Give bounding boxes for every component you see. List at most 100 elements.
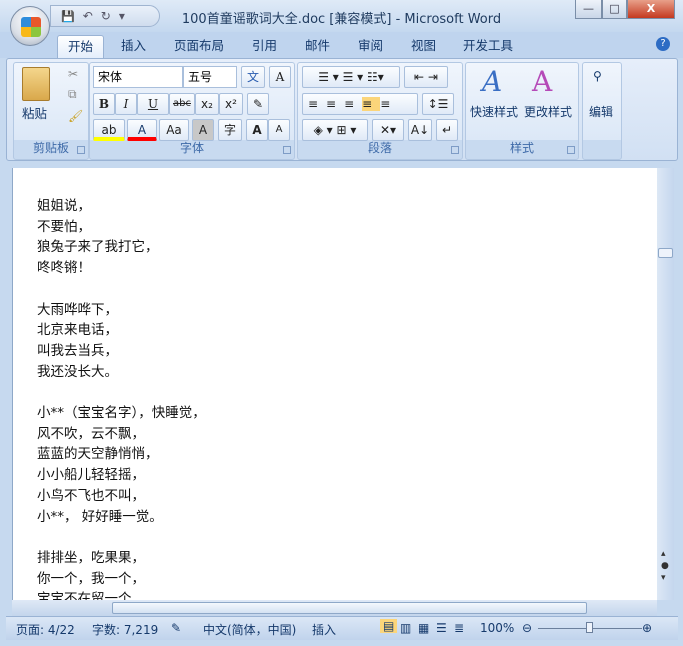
font-group-label: 字体: [179, 141, 204, 155]
quick-styles-icon[interactable]: A: [482, 65, 502, 98]
zoom-level[interactable]: 100%: [480, 621, 514, 635]
close-button[interactable]: X: [627, 0, 675, 19]
document-line: 蓝蓝的天空静悄悄，: [37, 446, 159, 463]
document-line: 排排坐，吃果果，: [37, 549, 145, 566]
language-status[interactable]: 中文(简体，中国): [203, 621, 296, 638]
customize-qat-icon[interactable]: ▾: [119, 9, 125, 23]
superscript-button[interactable]: x²: [219, 93, 243, 115]
outline-view-icon[interactable]: ☰: [436, 621, 447, 635]
horizontal-scrollbar[interactable]: [12, 600, 657, 616]
styles-group: A A 快速样式 更改样式 样式: [465, 62, 579, 160]
tab-view[interactable]: 视图: [411, 35, 436, 58]
shading-border-buttons[interactable]: ◈ ▾ ⊞ ▾: [302, 119, 368, 141]
quick-styles-button[interactable]: 快速样式: [470, 103, 518, 120]
save-icon[interactable]: 💾: [61, 10, 75, 23]
clear-formatting-icon[interactable]: ✎: [247, 93, 269, 115]
browse-object-buttons[interactable]: ▴ ● ▾: [661, 548, 669, 584]
hscroll-thumb[interactable]: [112, 602, 587, 614]
tab-page-layout[interactable]: 页面布局: [174, 35, 224, 58]
ribbon: 粘贴 ✂ ⧉ 🖌 剪贴板 宋体 五号 文 A B I U abc x₂ x² ✎…: [6, 58, 678, 161]
draft-view-icon[interactable]: ≣: [454, 621, 464, 635]
change-styles-button[interactable]: 更改样式: [524, 103, 572, 120]
tab-mailings[interactable]: 邮件: [305, 35, 330, 58]
paragraph-group-label: 段落: [367, 141, 392, 155]
format-painter-icon[interactable]: 🖌: [68, 109, 83, 123]
redo-icon[interactable]: ↻: [101, 9, 111, 23]
subscript-button[interactable]: x₂: [195, 93, 219, 115]
page-count[interactable]: 页面: 4/22: [16, 621, 75, 638]
character-border-button[interactable]: A: [269, 66, 291, 88]
paste-icon[interactable]: [22, 67, 50, 101]
document-line: 小**， 好好睡一觉。: [37, 508, 163, 525]
help-icon[interactable]: ?: [656, 37, 670, 51]
change-case-button[interactable]: Aa: [159, 119, 189, 141]
insert-mode-status[interactable]: 插入: [312, 621, 336, 638]
character-shading-button[interactable]: A: [192, 119, 214, 141]
zoom-out-icon[interactable]: ⊖: [522, 621, 532, 635]
reading-view-icon[interactable]: ▥: [400, 621, 411, 635]
editing-group[interactable]: ⚲ 编辑: [582, 62, 622, 160]
office-button[interactable]: [10, 6, 50, 46]
change-styles-icon[interactable]: A: [532, 65, 552, 98]
font-name-select[interactable]: 宋体: [93, 66, 183, 88]
document-line: 我还没长大。: [37, 363, 118, 380]
font-size-select[interactable]: 五号: [183, 66, 237, 88]
tab-review[interactable]: 审阅: [358, 35, 383, 58]
word-count[interactable]: 字数: 7,219: [92, 621, 158, 638]
chinese-layout-button[interactable]: ✕▾: [372, 119, 404, 141]
paragraph-group: ☰ ▾ ☰ ▾ ☷▾ ⇤ ⇥ ≡≡≡≡≡ ↕☰ ◈ ▾ ⊞ ▾ ✕▾ A↓ ↵ …: [297, 62, 463, 160]
undo-icon[interactable]: ↶: [83, 9, 93, 23]
clipboard-group: 粘贴 ✂ ⧉ 🖌 剪贴板: [13, 62, 89, 160]
document-line: 北京来电话，: [37, 322, 118, 339]
vertical-scrollbar[interactable]: ▴ ● ▾: [657, 168, 674, 600]
zoom-slider-thumb[interactable]: [586, 622, 593, 633]
list-buttons[interactable]: ☰ ▾ ☰ ▾ ☷▾: [302, 66, 400, 88]
tab-insert[interactable]: 插入: [121, 35, 146, 58]
document-line: 叫我去当兵，: [37, 342, 118, 359]
restore-button[interactable]: □: [602, 0, 627, 19]
proofing-icon[interactable]: ✎: [171, 621, 181, 635]
document-page[interactable]: 姐姐说， 不要怕， 狼兔子来了我打它， 咚咚锵！ 大雨哗哗下， 北京来电话， 叫我去当兵， 我…: [12, 168, 657, 607]
tab-developer[interactable]: 开发工具: [463, 35, 513, 58]
document-line: 大雨哗哗下，: [37, 301, 118, 318]
minimize-button[interactable]: —: [575, 0, 602, 19]
editing-label: 编辑: [589, 105, 614, 119]
underline-button[interactable]: U: [137, 93, 169, 115]
alignment-buttons[interactable]: ≡≡≡≡≡: [302, 93, 418, 115]
show-marks-button[interactable]: ↵: [436, 119, 458, 141]
highlight-button[interactable]: ab: [93, 119, 125, 141]
sort-button[interactable]: A↓: [408, 119, 432, 141]
tab-references[interactable]: 引用: [252, 35, 277, 58]
justify-button[interactable]: ≡: [362, 97, 381, 111]
document-line: 小鸟不飞也不叫，: [37, 487, 145, 504]
line-spacing-button[interactable]: ↕☰: [422, 93, 454, 115]
document-line: 狼兔子来了我打它，: [37, 239, 159, 256]
phonetic-guide-button[interactable]: 文: [241, 66, 265, 88]
print-layout-view-icon[interactable]: ▤: [380, 619, 398, 633]
launcher-icon[interactable]: [451, 146, 459, 154]
bold-button[interactable]: B: [93, 93, 115, 115]
paste-button[interactable]: 粘贴: [22, 103, 47, 122]
tab-home[interactable]: 开始: [57, 35, 105, 58]
document-line: 小小船儿轻轻摇，: [37, 467, 145, 484]
strikethrough-button[interactable]: abc: [169, 93, 195, 115]
binoculars-icon: ⚲: [593, 69, 602, 83]
copy-icon[interactable]: ⧉: [68, 87, 77, 102]
status-bar: 页面: 4/22 字数: 7,219 ✎ 中文(简体，中国) 插入 ▤ ▥ ▦ …: [6, 616, 678, 640]
indent-buttons[interactable]: ⇤ ⇥: [404, 66, 448, 88]
zoom-in-icon[interactable]: ⊕: [642, 621, 652, 635]
shrink-font-button[interactable]: A: [268, 119, 290, 141]
italic-button[interactable]: I: [115, 93, 137, 115]
document-line: 风不吹，云不飘，: [37, 425, 145, 442]
launcher-icon[interactable]: [77, 146, 85, 154]
document-line: 不要怕，: [37, 218, 91, 235]
launcher-icon[interactable]: [567, 146, 575, 154]
web-layout-view-icon[interactable]: ▦: [418, 621, 429, 635]
cut-icon[interactable]: ✂: [68, 67, 78, 81]
launcher-icon[interactable]: [283, 146, 291, 154]
grow-font-button[interactable]: A: [246, 119, 268, 141]
quick-access-toolbar: 💾 ↶ ↻ ▾: [50, 5, 160, 27]
enclose-characters-button[interactable]: 字: [218, 119, 242, 141]
font-color-button[interactable]: A: [127, 119, 157, 141]
scroll-thumb[interactable]: [658, 248, 673, 258]
